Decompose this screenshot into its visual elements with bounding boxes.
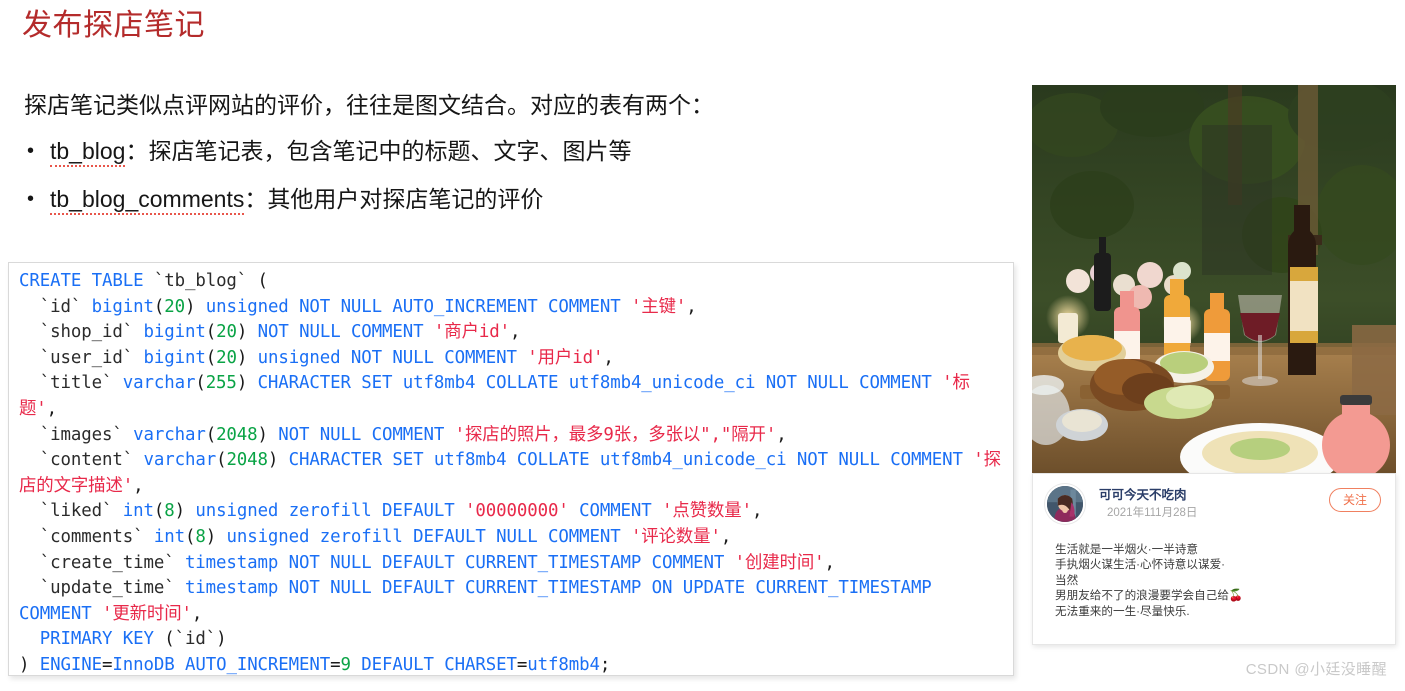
follow-button[interactable]: 关注 [1328,488,1381,512]
post-content: 生活就是一半烟火·一半诗意 手执烟火谋生活·心怀诗意以谋爱· 当然 男朋友给不了… [1033,528,1395,627]
bullet-item-rest: ：其他用户对探店笔记的评价 [244,186,544,212]
bullet-item-text: tb_blog：探店笔记表，包含笔记中的标题、文字、图片等 [50,134,631,168]
bullet-item-text: tb_blog_comments：其他用户对探店笔记的评价 [50,182,543,216]
page-title: 发布探店笔记 [22,9,205,42]
post-date: 2021年111月28日 [1107,506,1198,519]
post-meta: 可可今天不吃肉 2021年111月28日 [1099,487,1197,521]
slide-root: 发布探店笔记 探店笔记类似点评网站的评价，往往是图文结合。对应的表有两个： • … [0,0,1405,691]
bullet-item-rest: ：探店笔记表，包含笔记中的标题、文字、图片等 [125,138,632,164]
bullet-list: • tb_blog：探店笔记表，包含笔记中的标题、文字、图片等 • tb_blo… [24,134,1024,230]
avatar[interactable] [1045,483,1085,524]
table-name-tb-blog: tb_blog [50,138,126,167]
post-header: 可可今天不吃肉 2021年111月28日 关注 [1033,474,1395,528]
restaurant-photo [1032,85,1396,473]
post-content-line: 手执烟火谋生活·心怀诗意以谋爱· [1055,558,1226,572]
list-item: • tb_blog_comments：其他用户对探店笔记的评价 [24,182,1024,216]
post-card: 可可今天不吃肉 2021年111月28日 关注 生活就是一半烟火·一半诗意 手执… [1032,473,1396,645]
list-item: • tb_blog：探店笔记表，包含笔记中的标题、文字、图片等 [24,134,1024,168]
post-content-line: 当然 [1055,573,1079,587]
table-name-tb-blog-comments: tb_blog_comments [50,186,245,215]
sql-code-block: CREATE TABLE `tb_blog` ( `id` bigint(20)… [8,262,1014,676]
avatar-illustration [1047,485,1083,522]
lead-paragraph: 探店笔记类似点评网站的评价，往往是图文结合。对应的表有两个： [24,92,714,118]
post-content-line: 生活就是一半烟火·一半诗意 [1055,543,1198,556]
post-content-line: 男朋友给不了的浪漫要学会自己给🍒 [1055,589,1244,603]
csdn-watermark: CSDN @小廷没睡醒 [1245,661,1387,678]
bullet-marker-icon: • [27,140,35,162]
photo-illustration [1032,85,1396,473]
post-username[interactable]: 可可今天不吃肉 [1099,487,1197,503]
sql-code-text: CREATE TABLE `tb_blog` ( `id` bigint(20)… [19,271,1001,675]
post-content-line: 无法重来的一生·尽量快乐. [1055,604,1190,618]
bullet-marker-icon: • [27,188,35,210]
